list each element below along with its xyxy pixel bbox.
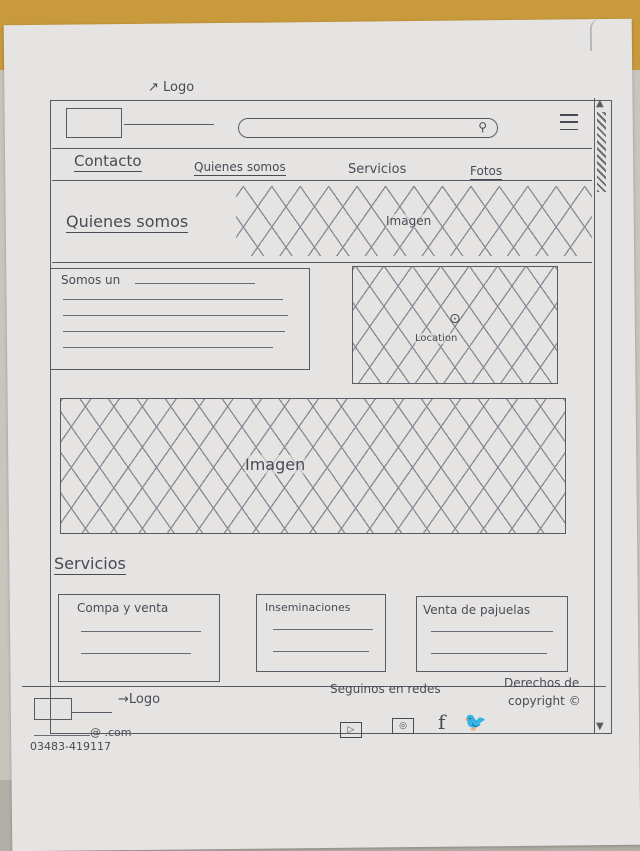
copyright-icon: © <box>568 694 581 708</box>
banner-image-label: Imagen <box>245 455 306 474</box>
service-card-compra-venta[interactable]: Compa y venta <box>58 594 220 682</box>
youtube-icon[interactable]: ▷ <box>340 722 362 738</box>
text-placeholder-line <box>81 631 201 632</box>
notebook-spiral <box>589 18 622 52</box>
social-title: Seguinos en redes <box>330 682 441 696</box>
service-card-title: Inseminaciones <box>265 601 351 614</box>
footer-logo[interactable] <box>34 698 72 720</box>
service-card-title: Venta de pajuelas <box>423 603 531 617</box>
hero-title: Quienes somos <box>66 212 189 233</box>
search-icon[interactable]: ⚲ <box>478 120 487 134</box>
footer-logo-annotation-text: Logo <box>128 692 161 707</box>
footer-email-text: @ .com <box>90 726 132 739</box>
text-placeholder-line <box>63 347 273 348</box>
hero-divider <box>52 262 592 263</box>
text-placeholder-line <box>431 631 553 632</box>
nav-contacto[interactable]: Contacto <box>74 152 142 172</box>
location-map[interactable]: ⊙ Location <box>352 266 558 384</box>
nav-divider <box>52 180 592 181</box>
nav-quienes-somos[interactable]: Quienes somos <box>194 160 286 176</box>
search-input[interactable]: ⚲ <box>238 118 498 138</box>
text-placeholder-line <box>63 331 285 332</box>
footer-email[interactable]: @ .com <box>34 726 132 739</box>
logo-annotation-text: Logo <box>163 80 195 95</box>
banner-image: Imagen <box>60 398 566 534</box>
text-placeholder-line <box>63 299 283 300</box>
header-logo[interactable] <box>66 108 122 138</box>
service-card-inseminaciones[interactable]: Inseminaciones <box>256 594 386 672</box>
footer-phone[interactable]: 03483-419117 <box>30 740 111 753</box>
text-placeholder-line <box>273 629 373 630</box>
arrow-icon: → <box>118 692 129 707</box>
logo-leader-line <box>124 124 214 125</box>
instagram-icon[interactable]: ◎ <box>392 718 414 734</box>
facebook-icon[interactable]: f <box>438 710 445 734</box>
about-intro-text: Somos un <box>61 273 121 287</box>
hero-image-label: Imagen <box>386 214 432 228</box>
logo-annotation: ↗ Logo <box>148 80 194 95</box>
service-card-venta-pajuelas[interactable]: Venta de pajuelas <box>416 596 568 672</box>
text-placeholder-line <box>431 653 547 654</box>
nav-servicios[interactable]: Servicios <box>348 162 406 177</box>
scroll-down-icon[interactable]: ▼ <box>596 721 604 732</box>
service-card-title: Compa y venta <box>77 601 169 615</box>
text-placeholder-line <box>273 651 369 652</box>
header-divider <box>52 148 592 149</box>
text-placeholder-line <box>135 283 255 284</box>
nav-fotos[interactable]: Fotos <box>470 164 503 180</box>
footer-logo-annotation: →Logo <box>118 692 160 707</box>
rights-line2: copyright © <box>508 694 581 708</box>
location-label: Location <box>415 333 458 344</box>
twitter-icon[interactable]: 🐦 <box>464 712 486 733</box>
hamburger-menu-icon[interactable] <box>560 114 578 130</box>
rights-line1: Derechos de <box>504 676 580 690</box>
hero-image: Imagen <box>236 186 592 256</box>
scroll-up-icon[interactable]: ▲ <box>596 98 604 109</box>
scroll-thumb[interactable] <box>597 112 606 192</box>
rights-line2-text: copyright <box>508 694 565 708</box>
text-placeholder-line <box>63 315 288 316</box>
text-placeholder-line <box>81 653 191 654</box>
about-text-box: Somos un <box>50 268 310 370</box>
services-title: Servicios <box>54 554 126 575</box>
scrollbar[interactable]: ▲ ▼ <box>594 98 609 734</box>
footer-logo-leader <box>72 712 112 713</box>
arrow-icon: ↗ <box>148 80 159 95</box>
map-pin-icon: ⊙ <box>449 311 461 327</box>
